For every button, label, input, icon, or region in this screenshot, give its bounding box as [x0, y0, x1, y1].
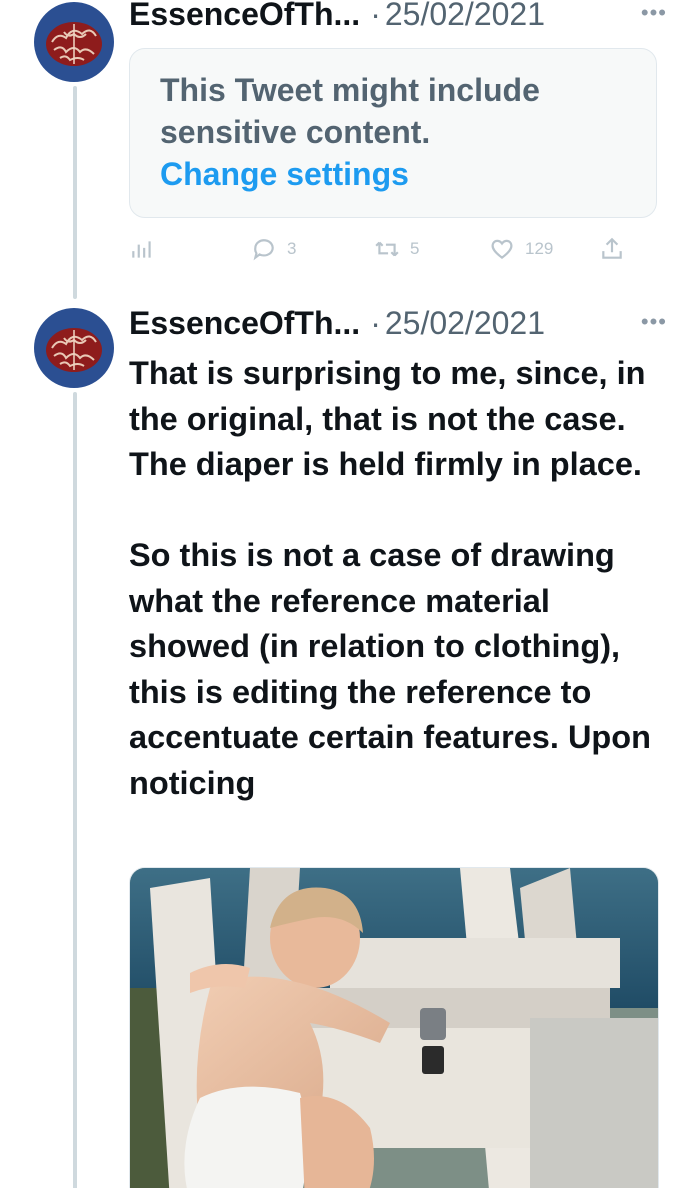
change-settings-link[interactable]: Change settings — [160, 153, 626, 195]
avatar[interactable] — [34, 2, 114, 82]
retweet-icon — [375, 241, 399, 257]
retweet-button[interactable]: 5 — [374, 236, 419, 262]
more-horizontal-icon[interactable]: ••• — [641, 309, 667, 335]
tweet-header: EssenceOfTh... · 25/02/2021 ••• — [129, 305, 667, 341]
share-button[interactable] — [599, 236, 635, 262]
sensitive-content-notice: This Tweet might include sensitive conte… — [129, 48, 657, 218]
more-horizontal-icon[interactable]: ••• — [641, 0, 667, 26]
like-button[interactable]: 129 — [489, 236, 553, 262]
reply-count: 3 — [287, 239, 297, 258]
share-icon — [602, 237, 622, 259]
tweet-actions: 3 5 129 — [129, 236, 649, 270]
avatar[interactable] — [34, 308, 114, 388]
separator: · — [370, 304, 381, 341]
like-count: 129 — [525, 239, 554, 258]
photo-image — [130, 868, 658, 1199]
reply-icon — [253, 239, 274, 261]
author-name[interactable]: EssenceOfTh... — [129, 305, 360, 342]
analytics-icon — [132, 241, 151, 258]
author-name[interactable]: EssenceOfTh... — [129, 0, 360, 33]
tweet-date[interactable]: 25/02/2021 — [385, 0, 545, 33]
heart-icon — [491, 239, 513, 260]
separator: · — [370, 0, 381, 32]
sensitive-message: This Tweet might include sensitive conte… — [160, 72, 540, 150]
photo-attachment[interactable] — [129, 867, 659, 1200]
thread-line — [73, 86, 77, 299]
reply-button[interactable]: 3 — [251, 236, 296, 262]
thread-line — [73, 392, 77, 1200]
analytics-button[interactable] — [129, 236, 165, 262]
tweet-text: That is surprising to me, since, in the … — [129, 355, 651, 801]
bottom-bar — [0, 1188, 691, 1200]
brain-icon — [46, 328, 102, 372]
tweet-date[interactable]: 25/02/2021 — [385, 305, 545, 342]
tweet-header: EssenceOfTh... · 25/02/2021 ••• — [129, 0, 667, 32]
retweet-count: 5 — [410, 239, 420, 258]
brain-icon — [46, 22, 102, 66]
